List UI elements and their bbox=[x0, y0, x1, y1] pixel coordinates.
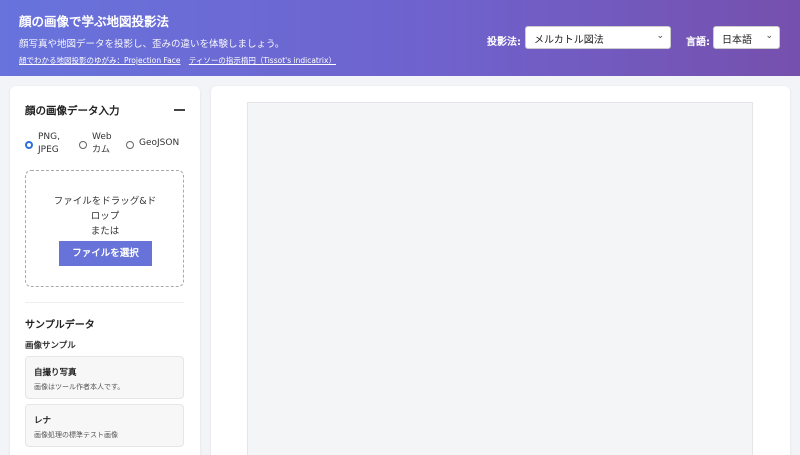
language-select-value: 日本語 bbox=[722, 35, 752, 46]
input-panel-title: 顔の画像データ入力 bbox=[25, 105, 120, 117]
projection-select[interactable]: メルカトル図法 ⌄ bbox=[525, 26, 671, 49]
select-file-button[interactable]: ファイルを選択 bbox=[59, 241, 152, 266]
projection-select-value: メルカトル図法 bbox=[534, 35, 604, 46]
dropzone-text: または bbox=[90, 226, 120, 237]
radio-unselected-icon bbox=[126, 141, 134, 149]
dropzone-text: ロップ bbox=[90, 211, 120, 222]
radio-label: JPEG bbox=[38, 145, 59, 155]
language-label: 言語: bbox=[686, 37, 710, 48]
radio-label: Web bbox=[92, 132, 112, 142]
chevron-down-icon: ⌄ bbox=[656, 31, 664, 41]
link-projection-face[interactable]: 顔でわかる地図投影のゆがみ：Projection Face bbox=[19, 56, 180, 65]
radio-geojson[interactable]: GeoJSON bbox=[126, 131, 179, 150]
radio-webcam[interactable]: Web カム bbox=[79, 131, 112, 157]
sample-card-lena[interactable]: レナ 画像処理の標準テスト画像 bbox=[25, 404, 184, 447]
radio-png-jpeg[interactable]: PNG, JPEG bbox=[25, 131, 60, 157]
link-tissot-indicatrix[interactable]: ティソーの指示楕円（Tissot's indicatrix） bbox=[189, 56, 336, 65]
input-panel: 顔の画像データ入力 PNG, JPEG Web カム GeoJSON ファイルを… bbox=[10, 86, 200, 455]
sample-data-heading: サンプルデータ bbox=[25, 320, 95, 331]
radio-unselected-icon bbox=[79, 141, 87, 149]
radio-label: PNG, bbox=[38, 132, 60, 142]
sample-card-title: レナ bbox=[34, 416, 52, 426]
sample-card-selfie[interactable]: 自撮り写真 画像はツール作者本人です。 bbox=[25, 356, 184, 399]
sample-card-desc: 画像はツール作者本人です。 bbox=[34, 383, 125, 391]
projection-canvas[interactable] bbox=[247, 102, 753, 455]
collapse-icon[interactable] bbox=[174, 109, 185, 111]
sample-card-desc: 画像処理の標準テスト画像 bbox=[34, 431, 118, 439]
image-samples-subheading: 画像サンプル bbox=[25, 341, 76, 351]
radio-selected-icon bbox=[25, 141, 33, 149]
projection-label: 投影法: bbox=[487, 37, 521, 48]
app-subtitle: 顔写真や地図データを投影し、歪みの違いを体験しましょう。 bbox=[19, 39, 285, 50]
file-dropzone[interactable]: ファイルをドラッグ&ド ロップ または ファイルを選択 bbox=[25, 170, 184, 287]
radio-label: カム bbox=[92, 145, 111, 155]
chevron-down-icon: ⌄ bbox=[765, 31, 773, 41]
output-panel bbox=[211, 86, 790, 455]
header-links: 顔でわかる地図投影のゆがみ：Projection Face ティソーの指示楕円（… bbox=[19, 55, 342, 66]
radio-label: GeoJSON bbox=[139, 138, 180, 148]
divider bbox=[25, 302, 184, 303]
app-title: 顔の画像で学ぶ地図投影法 bbox=[19, 14, 170, 29]
language-select[interactable]: 日本語 ⌄ bbox=[713, 26, 780, 49]
dropzone-text: ファイルをドラッグ&ド bbox=[53, 196, 157, 207]
app-header: 顔の画像で学ぶ地図投影法 顔写真や地図データを投影し、歪みの違いを体験しましょう… bbox=[0, 0, 800, 76]
sample-card-title: 自撮り写真 bbox=[34, 368, 77, 378]
